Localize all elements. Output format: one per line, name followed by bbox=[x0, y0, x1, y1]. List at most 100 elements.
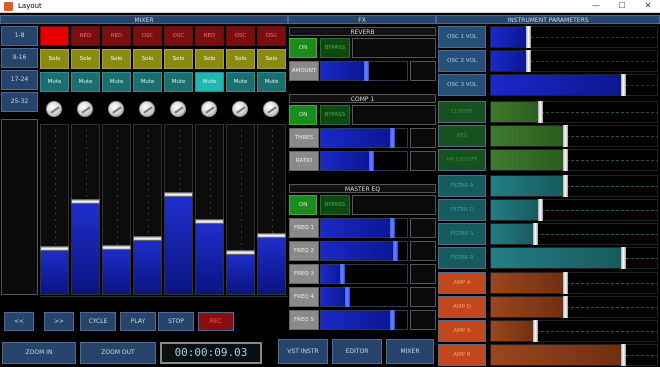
bank-button-4[interactable]: 25-32 bbox=[1, 92, 38, 112]
slider-handle[interactable] bbox=[340, 264, 346, 284]
slider-handle[interactable] bbox=[562, 272, 568, 294]
param-slider-2[interactable] bbox=[490, 50, 658, 72]
mute-button-6[interactable]: Mute bbox=[195, 72, 224, 92]
slider-handle[interactable] bbox=[620, 74, 626, 96]
channel-fader-4[interactable] bbox=[133, 124, 162, 295]
eq-param-slider-2[interactable] bbox=[320, 241, 408, 261]
bank-button-2[interactable]: 9-16 bbox=[1, 48, 38, 68]
channel-fader-1[interactable] bbox=[40, 124, 69, 295]
slider-handle[interactable] bbox=[532, 223, 538, 245]
minimize-button[interactable]: — bbox=[584, 0, 608, 13]
channel-fader-2[interactable] bbox=[71, 124, 100, 295]
param-slider-14[interactable] bbox=[490, 344, 658, 366]
channel-label-4[interactable]: OSC bbox=[133, 26, 162, 46]
comp-bypass-button[interactable]: BYPASS bbox=[320, 105, 350, 125]
slider-handle[interactable] bbox=[537, 199, 543, 221]
fader-handle[interactable] bbox=[102, 244, 131, 250]
mute-button-7[interactable]: Mute bbox=[226, 72, 255, 92]
slider-handle[interactable] bbox=[392, 241, 398, 261]
pan-knob-4[interactable] bbox=[139, 101, 155, 117]
reverb-on-button[interactable]: ON bbox=[289, 38, 317, 58]
param-slider-5[interactable] bbox=[490, 125, 658, 147]
pan-knob-3[interactable] bbox=[108, 101, 124, 117]
slider-handle[interactable] bbox=[390, 128, 396, 148]
solo-button-2[interactable]: Solo bbox=[71, 49, 100, 69]
channel-fader-7[interactable] bbox=[226, 124, 255, 295]
reverb-param-slider-1[interactable] bbox=[320, 61, 408, 81]
slider-handle[interactable] bbox=[562, 175, 568, 197]
channel-label-8[interactable]: OSC bbox=[257, 26, 286, 46]
eq-param-slider-1[interactable] bbox=[320, 218, 408, 238]
param-slider-6[interactable] bbox=[490, 149, 658, 171]
bank-button-1[interactable]: 1-8 bbox=[1, 26, 38, 46]
slider-handle[interactable] bbox=[562, 296, 568, 318]
forward-button[interactable]: >> bbox=[44, 312, 74, 331]
solo-button-4[interactable]: Solo bbox=[133, 49, 162, 69]
param-slider-8[interactable] bbox=[490, 199, 658, 221]
channel-label-1[interactable]: OSC bbox=[40, 26, 69, 46]
channel-fader-3[interactable] bbox=[102, 124, 131, 295]
comp-on-button[interactable]: ON bbox=[289, 105, 317, 125]
pan-knob-1[interactable] bbox=[46, 101, 62, 117]
channel-fader-8[interactable] bbox=[257, 124, 286, 295]
reverb-bypass-button[interactable]: BYPASS bbox=[320, 38, 350, 58]
fader-handle[interactable] bbox=[164, 192, 193, 198]
channel-fader-5[interactable] bbox=[164, 124, 193, 295]
maximize-button[interactable]: ☐ bbox=[610, 0, 634, 13]
fader-handle[interactable] bbox=[226, 249, 255, 255]
slider-handle[interactable] bbox=[620, 247, 626, 269]
slider-handle[interactable] bbox=[390, 310, 396, 330]
pan-knob-5[interactable] bbox=[170, 101, 186, 117]
solo-button-3[interactable]: Solo bbox=[102, 49, 131, 69]
slider-handle[interactable] bbox=[526, 26, 532, 48]
param-slider-11[interactable] bbox=[490, 272, 658, 294]
param-slider-10[interactable] bbox=[490, 247, 658, 269]
eq-param-slider-3[interactable] bbox=[320, 264, 408, 284]
channel-label-5[interactable]: OSC bbox=[164, 26, 193, 46]
fader-handle[interactable] bbox=[71, 199, 100, 205]
comp-param-slider-1[interactable] bbox=[320, 128, 408, 148]
pan-knob-2[interactable] bbox=[77, 101, 93, 117]
slider-handle[interactable] bbox=[364, 61, 370, 81]
channel-label-7[interactable]: OSC bbox=[226, 26, 255, 46]
channel-label-3[interactable]: RED bbox=[102, 26, 131, 46]
vst-instr-button[interactable]: VST INSTR bbox=[278, 339, 328, 364]
mute-button-1[interactable]: Mute bbox=[40, 72, 69, 92]
param-slider-12[interactable] bbox=[490, 296, 658, 318]
bank-button-3[interactable]: 17-24 bbox=[1, 70, 38, 90]
slider-handle[interactable] bbox=[562, 125, 568, 147]
channel-label-6[interactable]: RED bbox=[195, 26, 224, 46]
mute-button-3[interactable]: Mute bbox=[102, 72, 131, 92]
pan-knob-7[interactable] bbox=[232, 101, 248, 117]
eq-bypass-button[interactable]: BYPASS bbox=[320, 195, 350, 215]
param-slider-13[interactable] bbox=[490, 320, 658, 342]
param-slider-3[interactable] bbox=[490, 74, 658, 96]
comp-param-slider-2[interactable] bbox=[320, 151, 408, 171]
slider-handle[interactable] bbox=[390, 218, 396, 238]
slider-handle[interactable] bbox=[368, 151, 374, 171]
param-slider-1[interactable] bbox=[490, 26, 658, 48]
eq-on-button[interactable]: ON bbox=[289, 195, 317, 215]
eq-param-slider-5[interactable] bbox=[320, 310, 408, 330]
solo-button-5[interactable]: Solo bbox=[164, 49, 193, 69]
pan-knob-6[interactable] bbox=[201, 101, 217, 117]
solo-button-7[interactable]: Solo bbox=[226, 49, 255, 69]
record-button[interactable]: REC bbox=[198, 312, 234, 331]
rewind-button[interactable]: << bbox=[4, 312, 34, 331]
fader-handle[interactable] bbox=[133, 236, 162, 242]
param-slider-4[interactable] bbox=[490, 101, 658, 123]
pan-knob-8[interactable] bbox=[263, 101, 279, 117]
mixer-view-button[interactable]: MIXER bbox=[386, 339, 434, 364]
channel-fader-6[interactable] bbox=[195, 124, 224, 295]
play-button[interactable]: PLAY bbox=[120, 312, 156, 331]
channel-label-2[interactable]: RED bbox=[71, 26, 100, 46]
zoom-out-button[interactable]: ZOOM OUT bbox=[80, 342, 156, 364]
stop-button[interactable]: STOP bbox=[158, 312, 194, 331]
close-button[interactable]: ✕ bbox=[636, 0, 660, 13]
mute-button-2[interactable]: Mute bbox=[71, 72, 100, 92]
eq-param-slider-4[interactable] bbox=[320, 287, 408, 307]
solo-button-1[interactable]: Solo bbox=[40, 49, 69, 69]
slider-handle[interactable] bbox=[526, 50, 532, 72]
mute-button-4[interactable]: Mute bbox=[133, 72, 162, 92]
editor-button[interactable]: EDITOR bbox=[332, 339, 382, 364]
